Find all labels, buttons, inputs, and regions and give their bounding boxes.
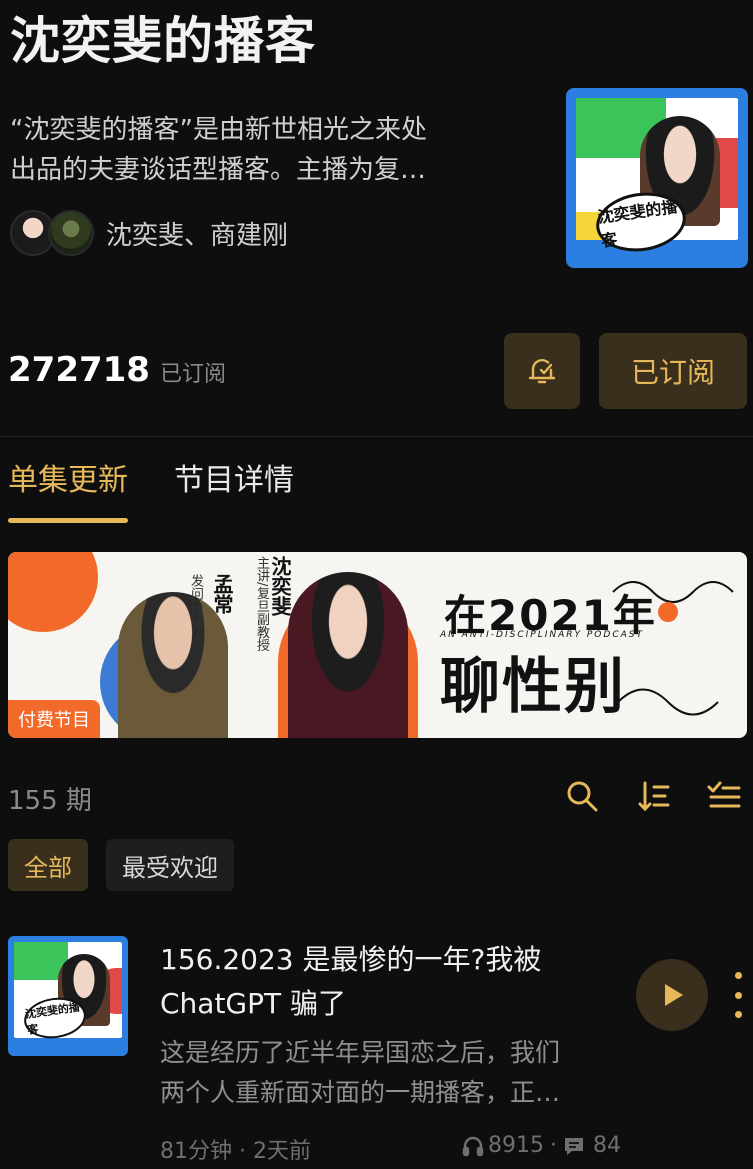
promo-banner[interactable]: 孟常 发问/媒体人 沈奕斐 主讲/复旦副教授 在2021年 AN ANTI-DI… xyxy=(8,552,747,738)
notification-button[interactable] xyxy=(504,333,580,409)
paid-tag: 付费节目 xyxy=(8,700,100,738)
cover-speech-bubble: 沈奕斐的播客 xyxy=(592,187,690,257)
episodes-count: 155 期 xyxy=(8,786,92,816)
episode-meta: 81分钟 · 2天前 xyxy=(160,1139,311,1164)
episode-cover[interactable]: 沈奕斐的播客 xyxy=(8,936,128,1056)
podcast-cover: 沈奕斐的播客 xyxy=(566,88,748,268)
episode-desc-line2: 两个人重新面对面的一期播客，正… xyxy=(160,1078,561,1107)
comment-count: 84 xyxy=(593,1133,621,1158)
bell-icon xyxy=(528,359,556,384)
episode-cover-bubble: 沈奕斐的播客 xyxy=(21,993,89,1043)
tab-details[interactable]: 节目详情 xyxy=(174,455,294,523)
cover-frame: 沈奕斐的播客 xyxy=(576,98,738,257)
episode-title-line1: 156.2023 是最惨的一年?我被 xyxy=(160,943,542,976)
comment-icon xyxy=(565,1137,583,1155)
tab-indicator xyxy=(8,518,128,523)
episode-desc-line1: 这是经历了近半年异国恋之后，我们 xyxy=(160,1038,561,1067)
headphones-icon xyxy=(462,1136,484,1156)
banner-host2-photo xyxy=(288,572,408,738)
hosts-row[interactable]: 沈奕斐、商建刚 xyxy=(10,210,288,256)
play-icon xyxy=(665,984,683,1006)
sort-button[interactable] xyxy=(634,776,674,816)
banner-host2-role: 主讲/复旦副教授 xyxy=(254,556,269,652)
header-divider xyxy=(0,436,753,437)
search-icon xyxy=(567,781,598,812)
description-line-2: 出品的夫妻谈话型播客。主播为复… xyxy=(10,155,427,185)
hosts-names[interactable]: 沈奕斐、商建刚 xyxy=(106,215,288,252)
banner-title-line2: 聊性别 xyxy=(440,652,626,722)
more-dot xyxy=(734,1011,742,1018)
host-avatar-2[interactable] xyxy=(48,210,94,256)
batch-select-button[interactable] xyxy=(704,776,744,816)
page-title: 沈奕斐的播客 xyxy=(10,12,316,70)
episode-stats: 8915 · 84 xyxy=(462,1133,621,1158)
subscriber-label: 已订阅 xyxy=(159,362,226,387)
tab-bar: 单集更新 节目详情 xyxy=(8,455,340,523)
episode-title-line2: ChatGPT 骗了 xyxy=(160,987,347,1020)
search-button[interactable] xyxy=(562,776,602,816)
filter-popular[interactable]: 最受欢迎 xyxy=(106,839,234,891)
checklist-icon xyxy=(707,781,741,808)
sort-icon xyxy=(638,781,670,812)
more-button[interactable] xyxy=(728,972,748,1018)
episode-description[interactable]: 这是经历了近半年异国恋之后，我们 两个人重新面对面的一期播客，正… xyxy=(160,1033,620,1113)
play-button[interactable] xyxy=(636,959,708,1031)
filter-all[interactable]: 全部 xyxy=(8,839,88,891)
play-count: 8915 xyxy=(488,1133,544,1158)
subscriber-number: 272718 xyxy=(8,350,150,390)
description-line-1: “沈奕斐的播客”是由新世相光之来处 xyxy=(10,115,427,145)
stats-separator: · xyxy=(550,1133,557,1158)
banner-host1-name: 孟常 xyxy=(210,574,234,614)
episode-title[interactable]: 156.2023 是最惨的一年?我被 ChatGPT 骗了 xyxy=(160,938,610,1026)
tab-details-label: 节目详情 xyxy=(174,463,294,498)
podcast-description[interactable]: “沈奕斐的播客”是由新世相光之来处 出品的夫妻谈话型播客。主播为复… xyxy=(10,110,510,190)
tab-episodes-label: 单集更新 xyxy=(8,463,128,498)
subscribe-button[interactable]: 已订阅 xyxy=(599,333,747,409)
subscriber-count: 272718 已订阅 xyxy=(8,350,226,390)
banner-host1-role: 发问/媒体人 xyxy=(188,574,203,644)
tab-episodes[interactable]: 单集更新 xyxy=(8,455,128,523)
more-dot xyxy=(734,991,742,999)
episode-cover-frame: 沈奕斐的播客 xyxy=(14,942,122,1043)
more-dot xyxy=(734,972,742,979)
banner-orange-circle xyxy=(8,552,98,632)
banner-decoration xyxy=(612,581,734,716)
